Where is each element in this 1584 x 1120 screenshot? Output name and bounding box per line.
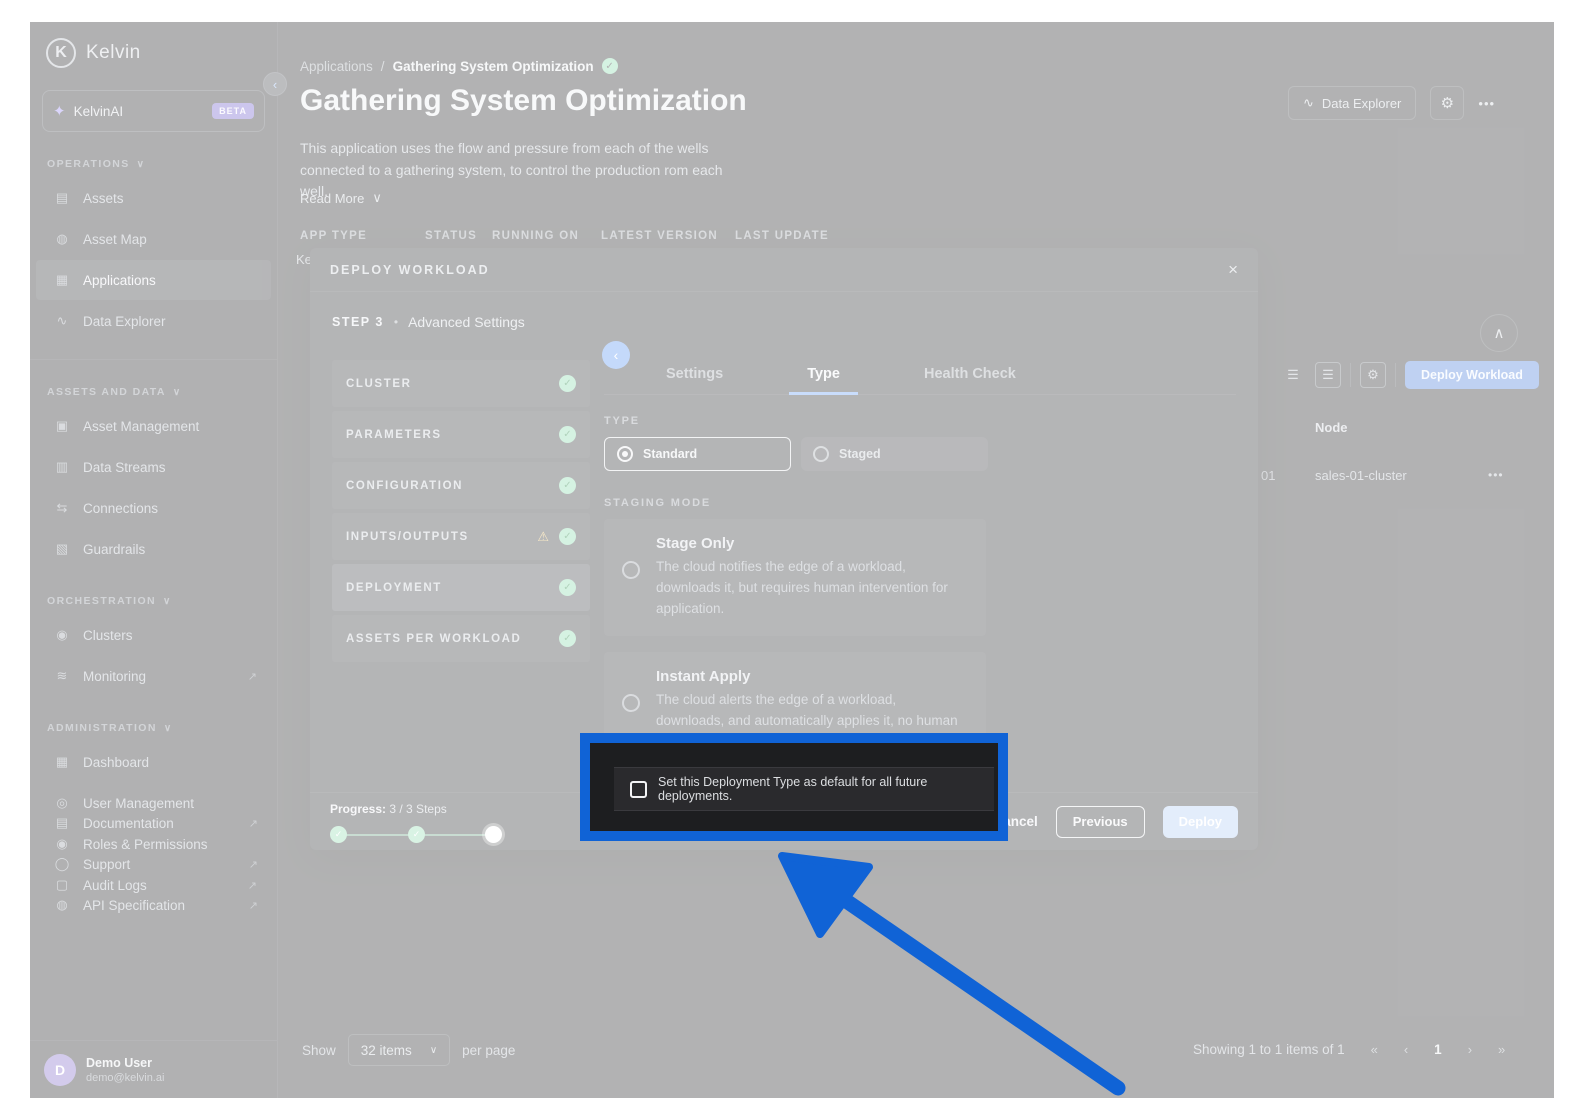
default-deployment-checkbox[interactable] [630, 781, 647, 798]
default-deployment-label: Set this Deployment Type as default for … [658, 775, 994, 803]
app-screen: K Kelvin ✦ KelvinAI BETA OPERATIONS ∨ ▤ … [30, 22, 1554, 1098]
highlight-box: Set this Deployment Type as default for … [580, 733, 1008, 841]
annotation-arrow [750, 840, 1150, 1098]
